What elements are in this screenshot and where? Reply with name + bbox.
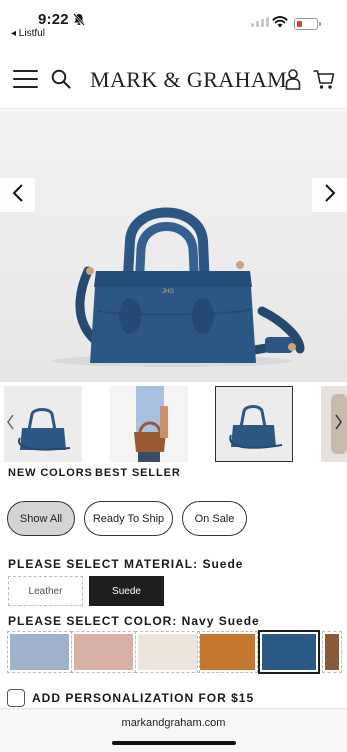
product-hero-image[interactable]: JHG: [0, 111, 347, 382]
home-indicator[interactable]: [112, 741, 236, 745]
silent-bell-icon: [73, 13, 85, 31]
cart-icon[interactable]: [313, 69, 335, 95]
color-swatch-2[interactable]: [71, 631, 136, 673]
back-to-app-link[interactable]: ◂ Listful: [11, 28, 45, 39]
filter-show-all[interactable]: Show All: [7, 501, 75, 536]
status-bar: 9:22 ◂ Listful: [0, 0, 347, 44]
hero-prev-button[interactable]: [0, 178, 35, 212]
cellular-signal-icon: [251, 17, 269, 27]
battery-icon: [294, 18, 321, 30]
material-label: PLEASE SELECT MATERIAL: Suede: [8, 557, 244, 571]
account-icon[interactable]: [285, 69, 301, 95]
material-option-suede[interactable]: Suede: [89, 576, 164, 606]
filter-ready-to-ship[interactable]: Ready To Ship: [84, 501, 173, 536]
filter-on-sale[interactable]: On Sale: [182, 501, 247, 536]
search-icon[interactable]: [51, 69, 71, 94]
thumbnail-2[interactable]: [110, 386, 188, 462]
hamburger-menu-icon[interactable]: [13, 70, 38, 90]
hero-next-button[interactable]: [312, 178, 347, 212]
color-swatch-5[interactable]: [258, 630, 320, 674]
color-swatch-6[interactable]: [322, 631, 342, 673]
chevron-left-icon: [6, 413, 15, 436]
color-label: PLEASE SELECT COLOR: Navy Suede: [8, 614, 260, 628]
material-option-leather[interactable]: Leather: [8, 576, 83, 606]
brand-logo[interactable]: MARK & GRAHAM: [90, 67, 287, 93]
monogram-text: JHG: [162, 289, 174, 295]
browser-url-bar: markandgraham.com: [0, 708, 347, 752]
site-header: MARK & GRAHAM: [0, 56, 347, 106]
thumbnail-next-button[interactable]: [331, 412, 345, 436]
wifi-icon: [272, 15, 288, 33]
suede-handbag-image: JHG: [52, 207, 305, 367]
chevron-right-icon: [334, 413, 343, 436]
color-swatch-1[interactable]: [7, 631, 72, 673]
browser-url[interactable]: markandgraham.com: [0, 717, 347, 729]
personalization-checkbox[interactable]: [7, 689, 25, 707]
thumbnail-prev-button[interactable]: [3, 412, 17, 436]
personalization-label[interactable]: ADD PERSONALIZATION FOR $15: [32, 691, 254, 705]
badge-new-colors: NEW COLORS: [8, 467, 93, 479]
thumbnail-carousel: [0, 386, 347, 462]
color-swatch-3[interactable]: [135, 631, 200, 673]
chevron-left-icon: [12, 183, 24, 208]
status-time: 9:22: [38, 11, 69, 28]
thumbnail-3[interactable]: [215, 386, 293, 462]
chevron-right-icon: [324, 183, 336, 208]
badge-best-seller: BEST SELLER: [95, 467, 181, 479]
color-swatch-4[interactable]: [197, 631, 258, 673]
